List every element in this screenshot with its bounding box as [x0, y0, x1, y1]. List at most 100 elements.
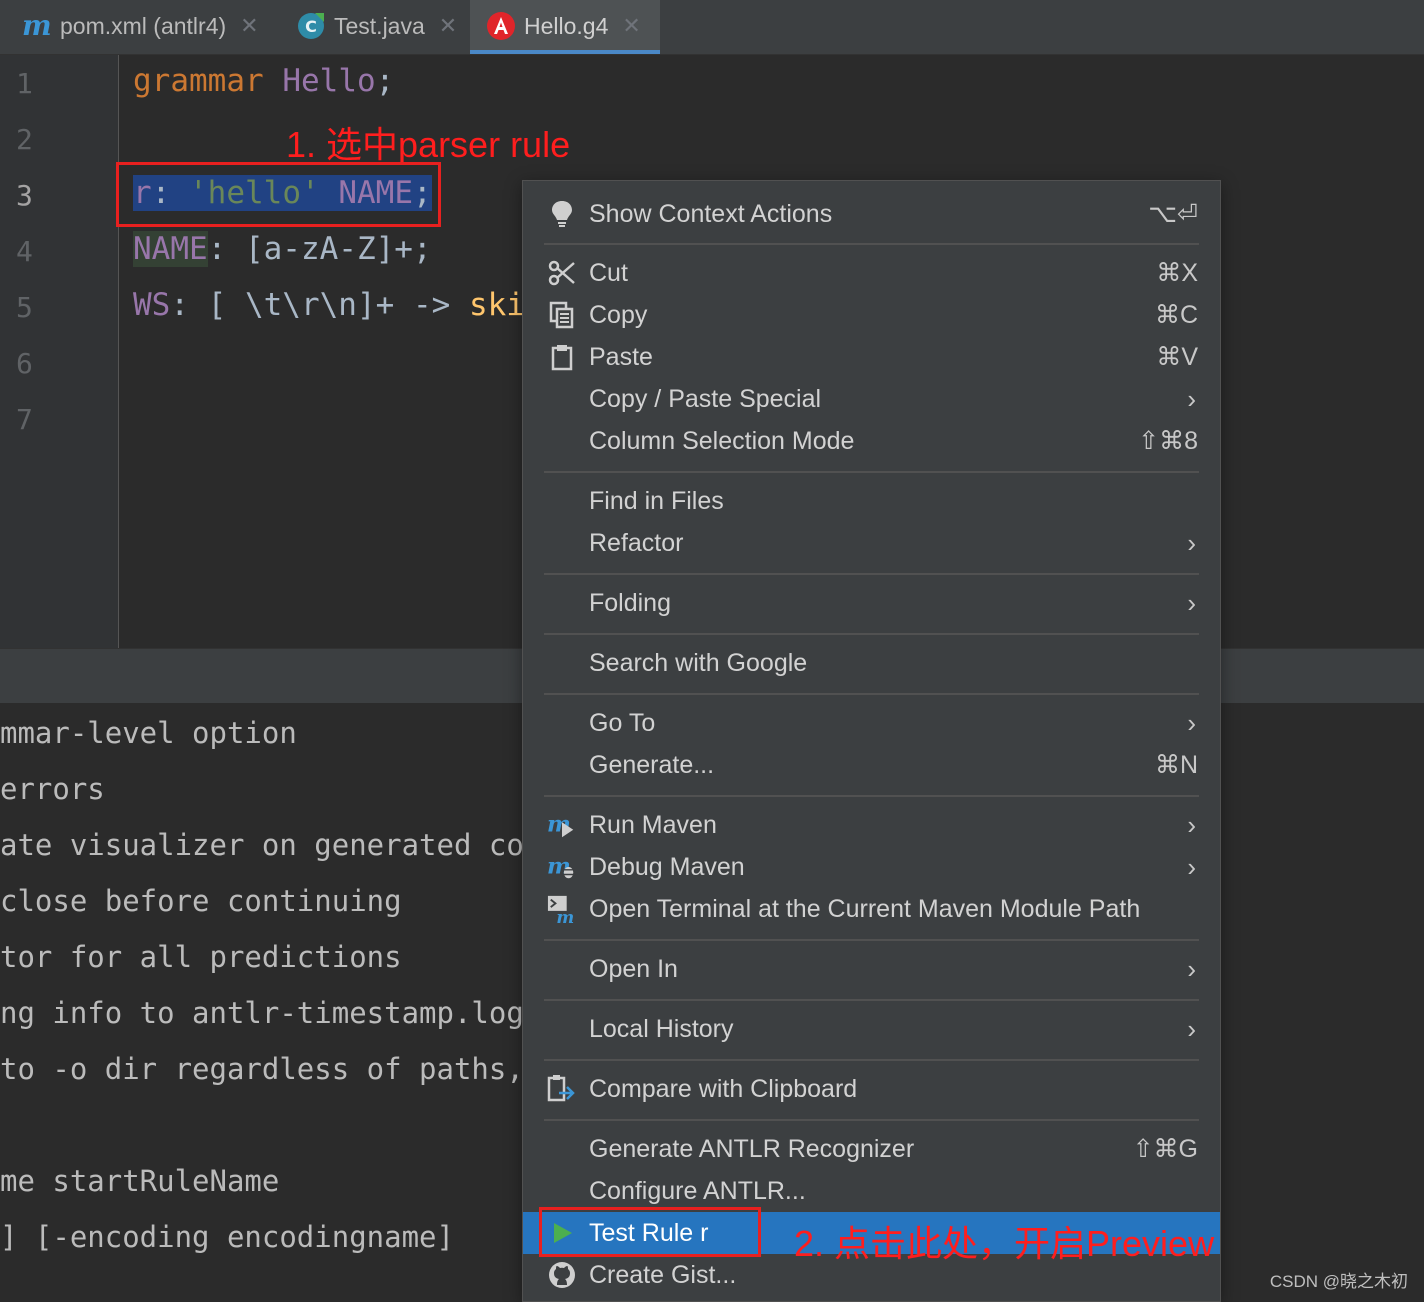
compare-clipboard-icon — [547, 1074, 577, 1104]
line-number: 1 — [16, 67, 33, 100]
menu-item-label: Find in Files — [589, 486, 724, 515]
close-icon[interactable]: ✕ — [439, 13, 457, 39]
token-name: WS — [133, 287, 171, 323]
menu-shortcut: ⇧⌘8 — [1138, 427, 1198, 455]
menu-item-label: Search with Google — [589, 648, 808, 677]
console-line: errors — [0, 772, 105, 806]
menu-item-label: Cut — [589, 258, 628, 287]
code-line-4: NAME: [a-zA-Z]+; — [133, 231, 432, 267]
tab-pom-xml[interactable]: m pom.xml (antlr4) ✕ — [0, 0, 302, 52]
maven-terminal-icon: m — [547, 894, 577, 925]
svg-text:m: m — [556, 907, 574, 925]
console-line: ng info to antlr-timestamp.log — [0, 996, 524, 1030]
menu-shortcut: ⌘N — [1154, 751, 1198, 779]
menu-item-cut[interactable]: Cut ⌘X — [523, 252, 1220, 294]
line-number: 6 — [16, 347, 33, 380]
menu-item-label: Create Gist... — [589, 1260, 737, 1289]
menu-item-label: Go To — [589, 708, 656, 737]
menu-item-label: Run Maven — [589, 810, 717, 839]
menu-shortcut: ⌘C — [1154, 301, 1198, 329]
menu-item-label: Copy / Paste Special — [589, 384, 822, 413]
menu-item-search-with-google[interactable]: Search with Google — [523, 642, 1220, 684]
menu-item-copy[interactable]: Copy ⌘C — [523, 294, 1220, 336]
menu-item-open-terminal-maven[interactable]: m Open Terminal at the Current Maven Mod… — [523, 888, 1220, 930]
menu-separator — [544, 243, 1199, 245]
code-line-5: WS: [ \t\r\n]+ -> skip — [133, 287, 544, 323]
menu-item-configure-antlr[interactable]: Configure ANTLR... — [523, 1170, 1220, 1212]
editor-tab-bar: m pom.xml (antlr4) ✕ C Test.java ✕ Hello… — [0, 0, 1424, 55]
menu-item-label: Copy — [589, 300, 648, 329]
chevron-right-icon: › — [1187, 851, 1196, 882]
menu-item-column-selection-mode[interactable]: Column Selection Mode ⇧⌘8 — [523, 420, 1220, 462]
close-icon[interactable]: ✕ — [240, 13, 258, 39]
menu-item-run-maven[interactable]: m Run Maven › — [523, 804, 1220, 846]
chevron-right-icon: › — [1187, 707, 1196, 738]
tab-test-java[interactable]: C Test.java ✕ — [280, 0, 486, 52]
menu-item-generate-antlr-recognizer[interactable]: Generate ANTLR Recognizer ⇧⌘G — [523, 1128, 1220, 1170]
menu-item-show-context-actions[interactable]: Show Context Actions ⌥⏎ — [523, 193, 1220, 235]
menu-separator — [544, 573, 1199, 575]
maven-icon: m — [22, 11, 52, 41]
token-name: NAME — [133, 231, 208, 267]
chevron-right-icon: › — [1187, 809, 1196, 840]
menu-item-label: Open Terminal at the Current Maven Modul… — [589, 894, 1141, 923]
java-class-icon: C — [296, 11, 326, 41]
menu-separator — [544, 999, 1199, 1001]
annotation-step-2: 2. 点击此处，开启Preview — [794, 1223, 1215, 1264]
chevron-right-icon: › — [1187, 1013, 1196, 1044]
maven-run-icon: m — [547, 810, 577, 840]
menu-item-copy-paste-special[interactable]: Copy / Paste Special › — [523, 378, 1220, 420]
menu-item-folding[interactable]: Folding › — [523, 582, 1220, 624]
console-line: me startRuleName — [0, 1164, 280, 1198]
menu-item-open-in[interactable]: Open In › — [523, 948, 1220, 990]
code-text: : [a-zA-Z]+; — [207, 231, 432, 267]
github-icon — [547, 1260, 577, 1290]
menu-separator — [544, 1059, 1199, 1061]
menu-separator — [544, 1119, 1199, 1121]
watermark: CSDN @晓之木初 — [1269, 1272, 1408, 1291]
line-number: 5 — [16, 291, 33, 324]
menu-separator — [544, 795, 1199, 797]
menu-item-label: Compare with Clipboard — [589, 1074, 858, 1103]
menu-item-paste[interactable]: Paste ⌘V — [523, 336, 1220, 378]
annotation-step-1: 1. 选中parser rule — [286, 124, 571, 165]
chevron-right-icon: › — [1187, 527, 1196, 558]
menu-item-compare-with-clipboard[interactable]: Compare with Clipboard — [523, 1068, 1220, 1110]
tab-label: Hello.g4 — [524, 12, 609, 39]
menu-item-label: Open In — [589, 954, 678, 983]
menu-shortcut: ⌘X — [1156, 259, 1198, 287]
tab-label: pom.xml (antlr4) — [60, 12, 227, 39]
keyword: grammar — [133, 63, 264, 99]
menu-shortcut: ⇧⌘G — [1132, 1135, 1198, 1163]
menu-item-label: Show Context Actions — [589, 199, 833, 228]
svg-text:m: m — [22, 11, 52, 41]
menu-item-label: Local History — [589, 1014, 734, 1043]
menu-item-label: Configure ANTLR... — [589, 1176, 806, 1205]
antlr-icon — [486, 11, 516, 41]
console-line: ] [-encoding encodingname] — [0, 1220, 454, 1254]
console-line: mmar-level option — [0, 716, 297, 750]
menu-item-go-to[interactable]: Go To › — [523, 702, 1220, 744]
line-number: 4 — [16, 235, 33, 268]
menu-item-find-in-files[interactable]: Find in Files — [523, 480, 1220, 522]
menu-separator — [544, 693, 1199, 695]
menu-item-generate[interactable]: Generate... ⌘N — [523, 744, 1220, 786]
menu-item-refactor[interactable]: Refactor › — [523, 522, 1220, 564]
menu-shortcut: ⌘V — [1156, 343, 1198, 371]
menu-item-label: Folding — [589, 588, 671, 617]
menu-separator — [544, 471, 1199, 473]
scissors-icon — [547, 258, 577, 288]
test-rule-highlight-box — [539, 1207, 761, 1257]
menu-item-label: Debug Maven — [589, 852, 745, 881]
menu-item-local-history[interactable]: Local History › — [523, 1008, 1220, 1050]
chevron-right-icon: › — [1187, 383, 1196, 414]
menu-separator — [544, 633, 1199, 635]
maven-debug-icon: m — [547, 852, 577, 882]
menu-shortcut: ⌥⏎ — [1148, 200, 1198, 228]
paste-icon — [547, 342, 577, 372]
menu-item-label: Paste — [589, 342, 653, 371]
tab-hello-g4[interactable]: Hello.g4 ✕ — [470, 0, 660, 54]
close-icon[interactable]: ✕ — [622, 13, 640, 39]
menu-item-debug-maven[interactable]: m Debug Maven › — [523, 846, 1220, 888]
menu-item-label: Column Selection Mode — [589, 426, 855, 455]
